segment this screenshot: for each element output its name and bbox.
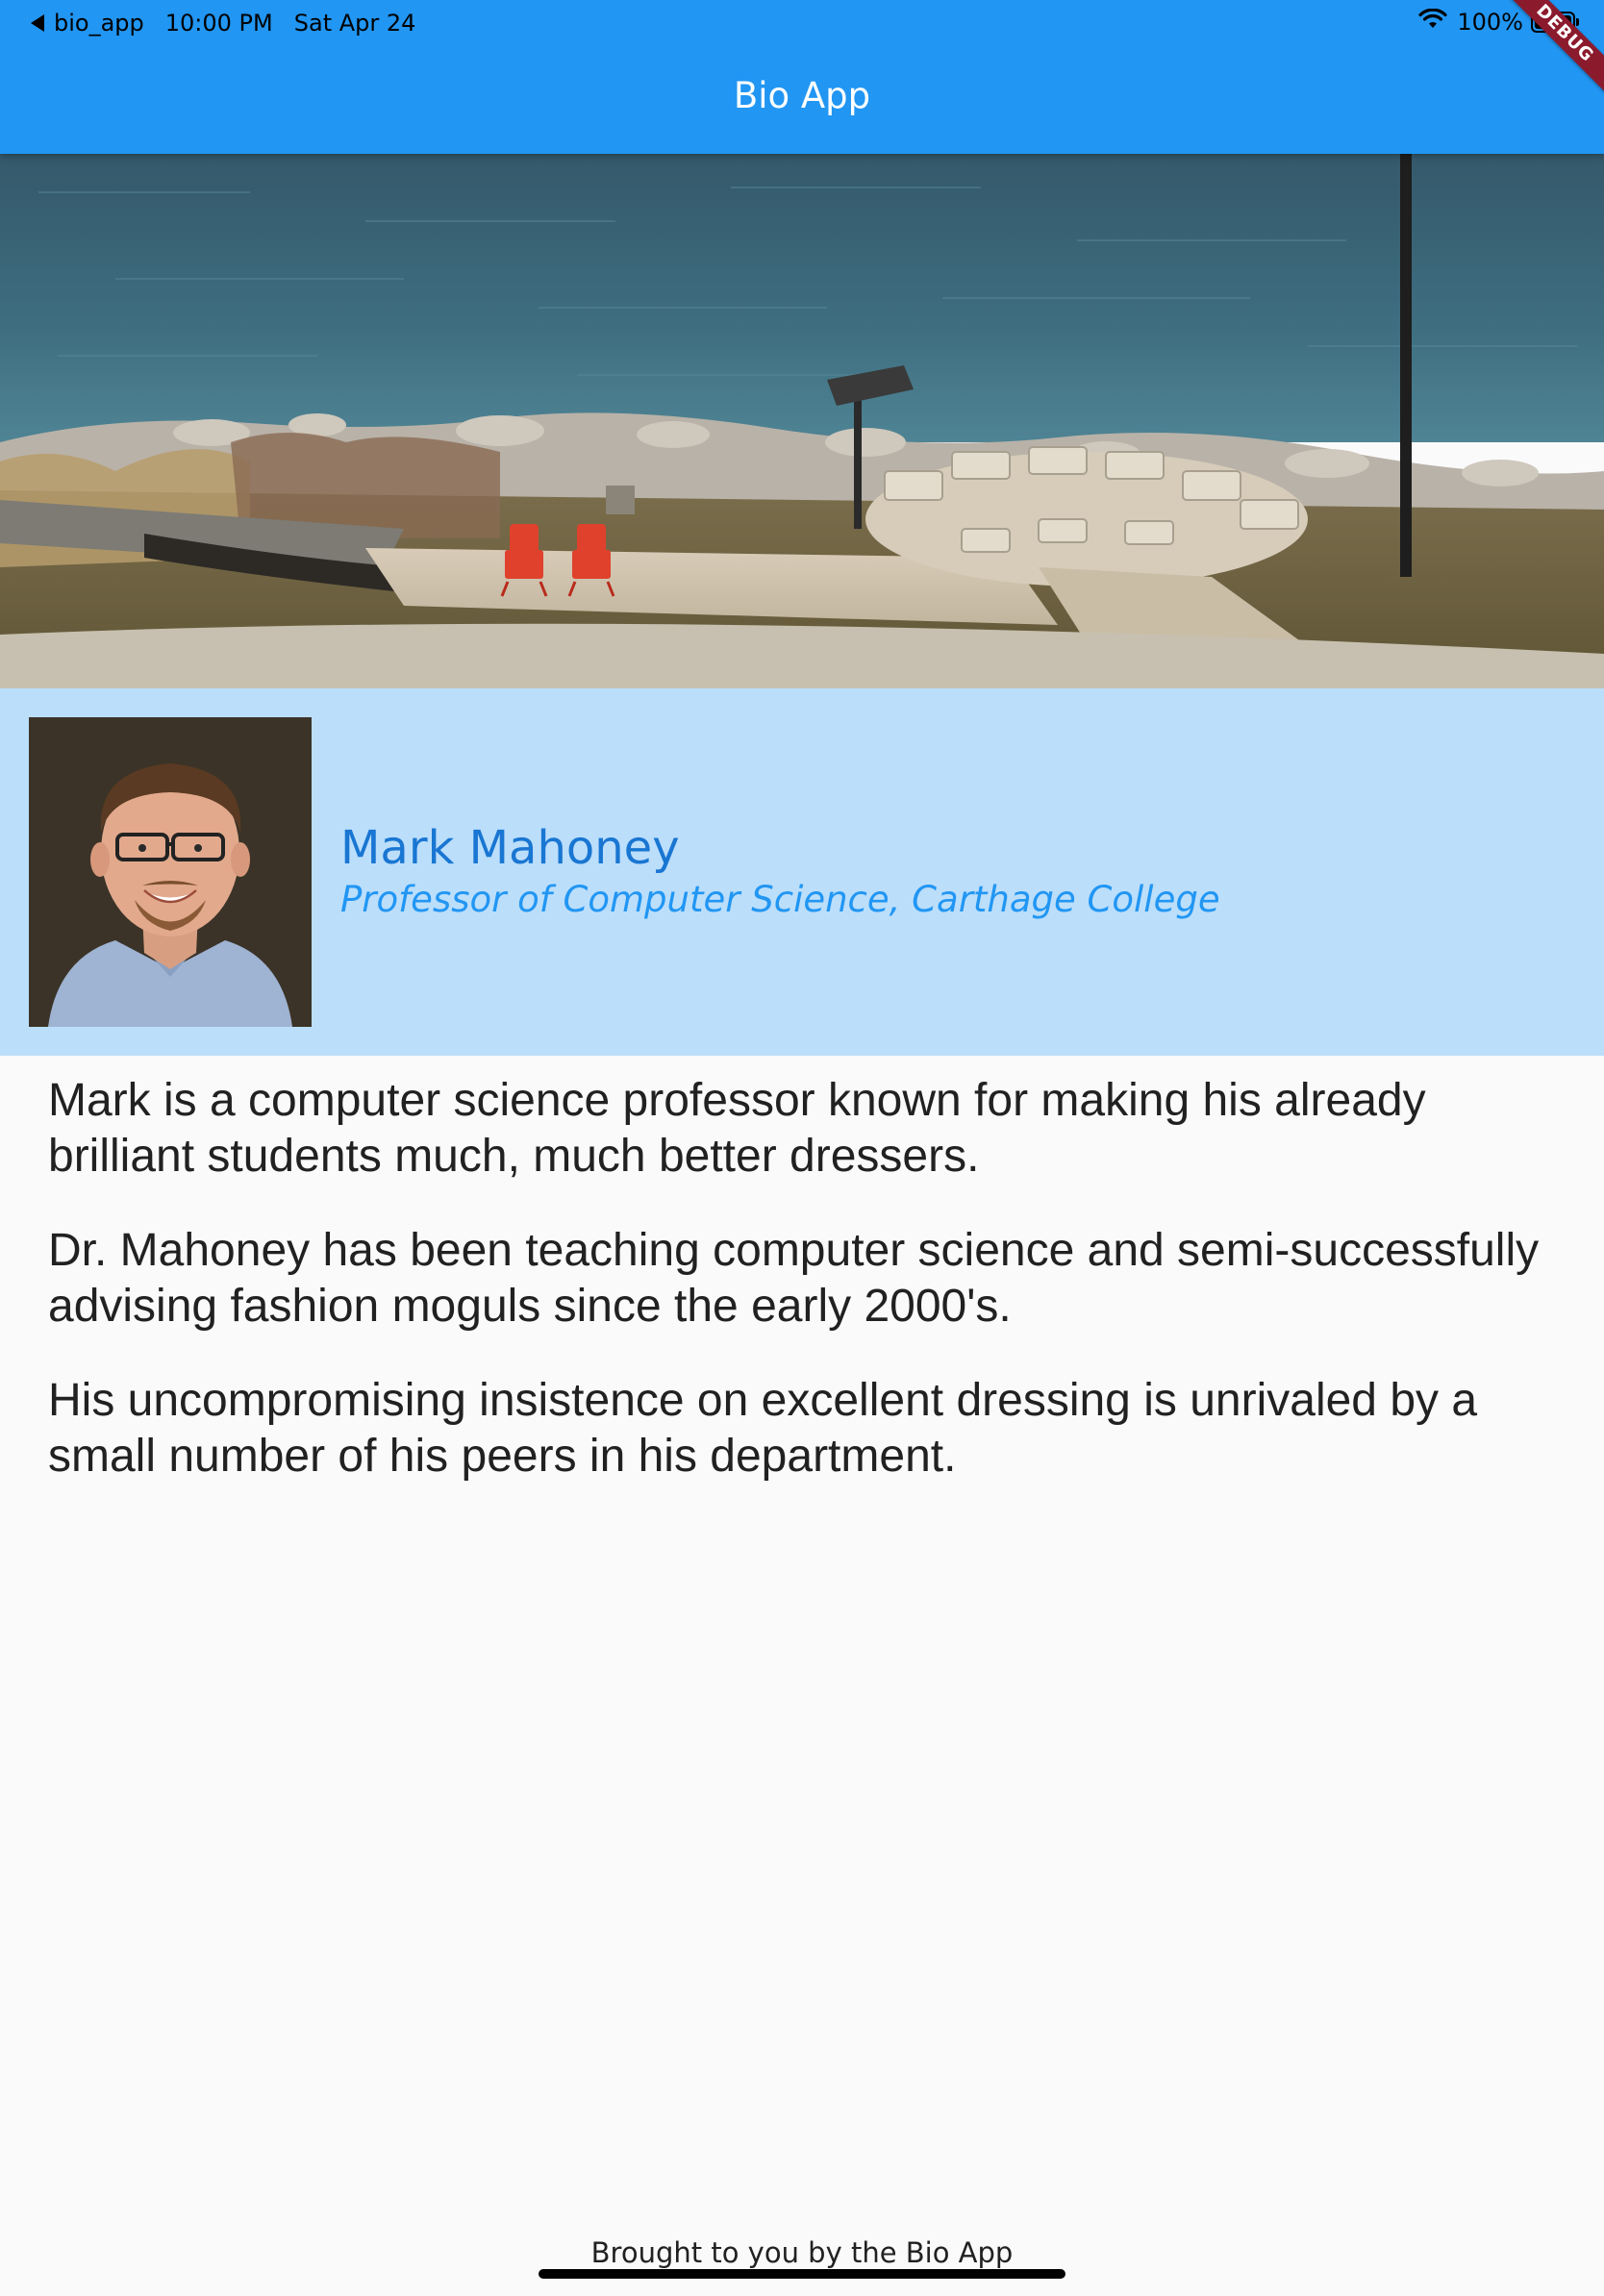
wifi-icon <box>1418 8 1447 36</box>
status-date: Sat Apr 24 <box>293 10 416 37</box>
app-bar: bio_app 10:00 PM Sat Apr 24 100% Bio App <box>0 0 1604 154</box>
page-title: Bio App <box>733 75 871 116</box>
bio-paragraph: Mark is a computer science professor kno… <box>48 1075 1426 1182</box>
back-arrow-icon[interactable] <box>31 14 44 32</box>
profile-title: Professor of Computer Science, Carthage … <box>340 879 1220 920</box>
profile-card: Mark Mahoney Professor of Computer Scien… <box>0 688 1604 1056</box>
lakefront-photo-icon <box>0 154 1604 688</box>
footer-credit: Brought to you by the Bio App <box>590 2236 1014 2269</box>
bio-paragraph: Dr. Mahoney has been teaching computer s… <box>48 1225 1540 1332</box>
profile-name: Mark Mahoney <box>340 821 680 875</box>
status-time: 10:00 PM <box>164 10 273 37</box>
avatar <box>29 717 312 1027</box>
debug-banner-label: DEBUG <box>1497 0 1604 101</box>
status-left: bio_app 10:00 PM Sat Apr 24 <box>31 10 415 37</box>
status-bar: bio_app 10:00 PM Sat Apr 24 100% <box>0 0 1604 46</box>
bio-app-screen: bio_app 10:00 PM Sat Apr 24 100% Bio App… <box>0 0 1604 2296</box>
header-image <box>0 154 1604 688</box>
home-indicator[interactable] <box>539 2269 1065 2279</box>
bio-paragraph: His uncompromising insistence on excelle… <box>48 1375 1478 1482</box>
debug-banner: DEBUG <box>1489 0 1604 115</box>
back-app-label[interactable]: bio_app <box>54 10 144 37</box>
profile-photo-icon <box>29 717 312 1027</box>
bio-text: Mark is a computer science professor kno… <box>48 1073 1567 1523</box>
